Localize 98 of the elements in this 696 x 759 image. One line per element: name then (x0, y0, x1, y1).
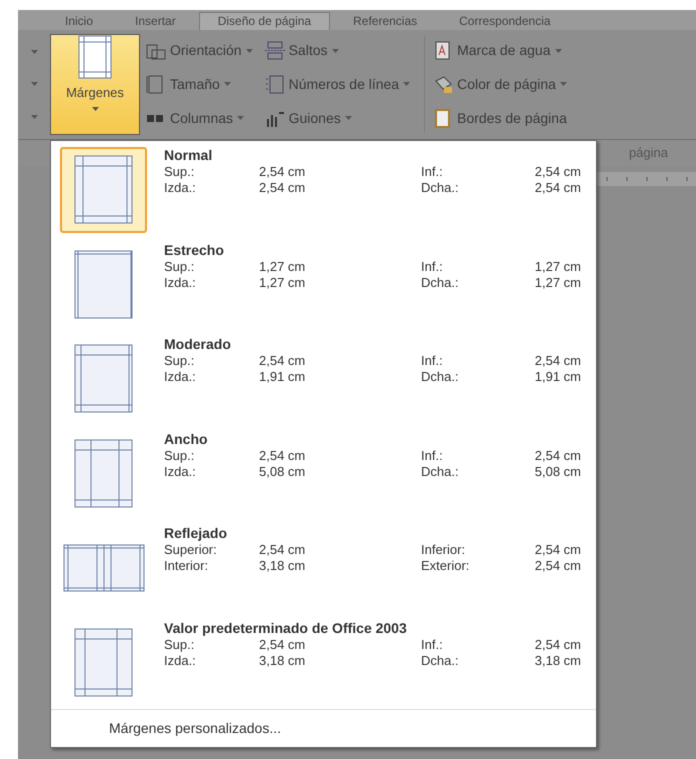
caret-icon (30, 82, 38, 86)
ribbon-command[interactable]: Color de página (433, 69, 567, 100)
ribbon-command[interactable]: Columnas (146, 103, 253, 134)
caret-icon (224, 82, 231, 86)
ribbon-tab[interactable]: Correspondencia (440, 12, 570, 30)
margin-preset[interactable]: Moderado Sup.: 2,54 cm Inf.: 2,54 cm Izda.: 1,91 cm Dcha.: 1,91 cm (51, 330, 596, 424)
margin-label: Superior: (164, 542, 218, 558)
margin-preset[interactable]: Normal Sup.: 2,54 cm Inf.: 2,54 cm Izda.: 2,54 cm Dcha.: 2,54 cm (51, 141, 596, 236)
preset-name: Reflejado (164, 525, 228, 542)
margin-value: 2,54 cm (534, 164, 581, 180)
margin-value: 2,54 cm (259, 180, 306, 196)
ribbon-command[interactable]: Marca de agua (433, 36, 567, 66)
margin-label: Interior: (164, 558, 210, 574)
margin-label: Exterior: (421, 558, 470, 574)
margin-value: 3,18 cm (259, 652, 306, 668)
margin-value: 1,27 cm (259, 258, 306, 274)
margin-value: 2,54 cm (534, 180, 581, 196)
preset-name: Valor predeterminado de Office 2003 (164, 620, 408, 636)
margin-value: 1,91 cm (534, 369, 581, 385)
caret-icon (554, 48, 562, 53)
margin-value: 2,54 cm (259, 448, 306, 464)
margin-value: 2,54 cm (534, 448, 581, 464)
caret-icon (30, 50, 38, 54)
ribbon-command[interactable]: Orientación (146, 36, 253, 66)
margin-value: 1,27 cm (259, 274, 306, 290)
margin-label: Izda.: (164, 652, 197, 668)
ribbon-command[interactable]: Guiones (264, 103, 410, 134)
page-color-icon (433, 74, 454, 94)
ribbon-tab[interactable]: Referencias (334, 12, 436, 30)
caret-icon (332, 48, 339, 53)
margin-label: Izda.: (164, 369, 197, 385)
group-label: página (628, 144, 668, 162)
caret-icon (92, 106, 98, 110)
margins-icon (74, 628, 134, 698)
margin-value: 3,18 cm (259, 558, 306, 574)
margins-icon (78, 35, 112, 79)
custom-margins-item[interactable]: Márgenes personalizados... (109, 718, 281, 739)
preset-name: Ancho (164, 430, 209, 448)
margin-value: 5,08 cm (259, 464, 306, 480)
margin-preset[interactable]: Reflejado Superior: 2,54 cm Inferior: 2,54 cm Interior: 3,18 cm Exterior: 2,54 cm (51, 519, 596, 614)
margin-value: 2,54 cm (534, 353, 581, 369)
margins-icon (74, 344, 134, 414)
margin-label: Izda.: (164, 180, 197, 196)
margins-icon (74, 155, 134, 225)
caret-icon (560, 82, 567, 86)
breaks-icon (264, 41, 285, 60)
preset-name: Normal (164, 147, 214, 164)
caret-icon (30, 114, 38, 119)
caret-icon (344, 116, 352, 120)
margin-label: Sup.: (164, 164, 196, 180)
margin-label: Inf.: (421, 353, 444, 369)
margin-label: Inferior: (421, 542, 466, 558)
caret-icon (237, 116, 244, 120)
ribbon-command[interactable]: Tamaño (146, 69, 253, 100)
margin-label: Sup.: (164, 353, 196, 369)
margin-value: 1,91 cm (259, 369, 306, 385)
margin-label: Dcha.: (421, 652, 460, 668)
margins-icon (74, 438, 134, 508)
margin-preset[interactable]: Valor predeterminado de Office 2003 Sup.: 2,54 cm Inf.: 2,54 cm Izda.: 3,18 cm Dcha.: 3,18 cm (51, 614, 596, 708)
margin-preset[interactable]: Estrecho Sup.: 1,27 cm Inf.: 1,27 cm Izda.: 1,27 cm Dcha.: 1,27 cm (51, 236, 596, 330)
margin-value: 2,54 cm (259, 164, 306, 180)
ribbon-command[interactable]: Saltos (264, 36, 410, 66)
ribbon-command[interactable]: Números de línea (264, 69, 410, 100)
ribbon-tab[interactable]: Insertar (116, 12, 195, 30)
margin-label: Izda.: (164, 464, 197, 480)
margin-label: Dcha.: (421, 464, 460, 480)
margin-value: 3,18 cm (534, 652, 581, 668)
margin-value: 2,54 cm (259, 636, 306, 652)
margin-label: Dcha.: (421, 274, 460, 290)
margin-label: Dcha.: (421, 369, 460, 385)
caret-icon (403, 82, 410, 86)
margin-value: 2,54 cm (534, 636, 581, 652)
margin-value: 1,27 cm (534, 258, 581, 274)
margin-label: Dcha.: (421, 180, 460, 196)
margin-label: Sup.: (164, 448, 196, 464)
margin-value: 5,08 cm (534, 464, 581, 480)
ribbon-tab[interactable]: Inicio (46, 12, 112, 30)
line-numbers-icon (264, 74, 285, 94)
margin-value: 2,54 cm (259, 542, 306, 558)
ribbon-command[interactable]: Bordes de página (433, 103, 567, 134)
margin-label: Sup.: (164, 258, 196, 274)
margin-value: 2,54 cm (534, 558, 581, 574)
caret-icon (246, 48, 253, 53)
margin-label: Inf.: (421, 448, 444, 464)
margin-value: 2,54 cm (534, 542, 581, 558)
margin-label: Inf.: (421, 258, 444, 274)
margin-value: 2,54 cm (259, 353, 306, 369)
preset-name: Estrecho (164, 242, 225, 258)
preset-name: Moderado (164, 336, 232, 353)
margin-value: 1,27 cm (534, 274, 581, 290)
margin-label: Inf.: (421, 164, 444, 180)
ribbon-tab[interactable]: Diseño de página (198, 12, 330, 30)
margin-preset[interactable]: Ancho Sup.: 2,54 cm Inf.: 2,54 cm Izda.: 5,08 cm Dcha.: 5,08 cm (51, 424, 596, 519)
margin-label: Sup.: (164, 636, 196, 652)
margins-button[interactable]: Márgenes (50, 34, 140, 135)
margin-label: Izda.: (164, 274, 197, 290)
margin-label: Inf.: (421, 636, 444, 652)
margins-icon (74, 250, 134, 320)
